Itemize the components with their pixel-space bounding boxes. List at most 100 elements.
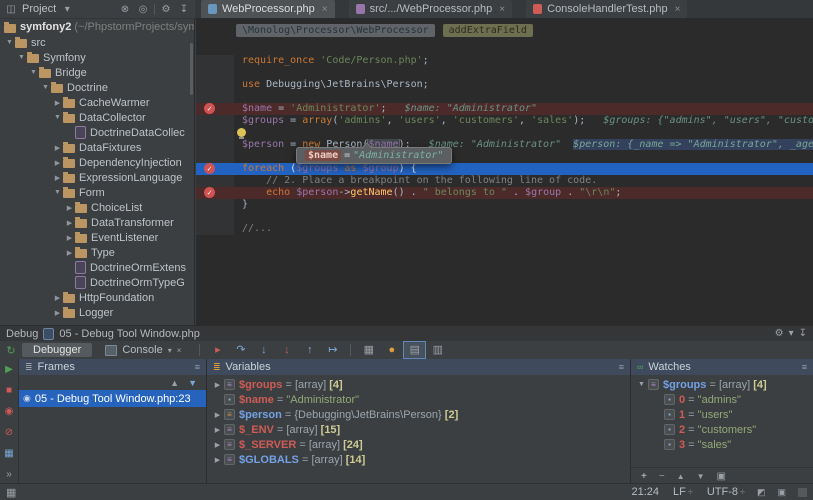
resume-icon[interactable]: ▶	[5, 364, 13, 375]
chevron-collapsed-icon[interactable]: ▶	[64, 249, 75, 257]
tree-item[interactable]: ▶ EventListener	[0, 230, 194, 245]
chevron-collapsed-icon[interactable]: ▶	[211, 411, 224, 419]
add-watch-icon[interactable]: +	[641, 471, 647, 482]
tree-item[interactable]: ▶ CacheWarmer	[0, 95, 194, 110]
project-panel-title[interactable]: Project	[22, 3, 56, 15]
restore-layout-icon[interactable]: ▦	[4, 448, 13, 459]
watch-row[interactable]: ▪ 1 = "users"	[631, 407, 813, 422]
hide-window-icon[interactable]: ↧	[799, 328, 807, 339]
chevron-expanded-icon[interactable]: ▼	[16, 54, 27, 61]
run-to-cursor-icon[interactable]: ↦	[322, 342, 343, 358]
tab-debugger[interactable]: Debugger	[22, 343, 93, 357]
chevron-expanded-icon[interactable]: ▼	[635, 381, 648, 388]
gutter[interactable]	[196, 151, 234, 163]
frame-item[interactable]: ◉ 05 - Debug Tool Window.php:23	[19, 390, 206, 407]
encoding-indicator[interactable]: UTF-8 ÷	[707, 486, 745, 498]
tree-item[interactable]: DoctrineOrmExtens	[0, 260, 194, 275]
tree-item[interactable]: ▼ Bridge	[0, 65, 194, 80]
variable-row[interactable]: ▶ ≡ $_SERVER = [array] [24]	[207, 437, 630, 452]
toolwindow-switcher-icon[interactable]: ▦	[6, 486, 16, 499]
tree-item[interactable]: ▼ src	[0, 35, 194, 50]
variable-row[interactable]: ▶ ≡ $GLOBALS = [array] [14]	[207, 452, 630, 467]
watch-row[interactable]: ▪ 2 = "customers"	[631, 422, 813, 437]
gutter[interactable]	[196, 115, 234, 127]
gutter[interactable]: ✓	[196, 163, 234, 175]
chevron-collapsed-icon[interactable]: ▶	[52, 309, 63, 317]
chevron-collapsed-icon[interactable]: ▶	[211, 456, 224, 464]
close-icon[interactable]: ×	[675, 4, 681, 15]
breadcrumb-method[interactable]: addExtraField	[442, 23, 533, 37]
step-out-icon[interactable]: ↑	[299, 342, 320, 358]
gutter[interactable]	[196, 55, 234, 67]
gutter[interactable]	[196, 139, 234, 151]
memory-indicator[interactable]	[798, 487, 807, 497]
chevron-collapsed-icon[interactable]: ▶	[52, 159, 63, 167]
chevron-collapsed-icon[interactable]: ▶	[211, 381, 224, 389]
chevron-expanded-icon[interactable]: ▼	[52, 114, 63, 121]
tree-item[interactable]: ▶ DependencyInjection	[0, 155, 194, 170]
tree-item[interactable]: ▶ HttpFoundation	[0, 290, 194, 305]
watch-row[interactable]: ▪ 3 = "sales"	[631, 437, 813, 452]
tree-item[interactable]: ▶ Type	[0, 245, 194, 260]
tree-item[interactable]: ▼ Symfony	[0, 50, 194, 65]
close-icon[interactable]: ×	[322, 4, 328, 15]
view-breakpoints-icon[interactable]: ◉	[5, 406, 14, 417]
breakpoint-icon[interactable]: ✓	[204, 163, 215, 174]
tree-item[interactable]: ▼ DataCollector	[0, 110, 194, 125]
variable-row[interactable]: ▪ $name = "Administrator"	[207, 392, 630, 407]
chevron-down-icon[interactable]: ▾	[60, 4, 74, 15]
next-frame-icon[interactable]: ▼	[188, 378, 197, 388]
step-into-icon[interactable]: ↓	[253, 342, 274, 358]
chevron-collapsed-icon[interactable]: ▶	[52, 144, 63, 152]
chevron-collapsed-icon[interactable]: ▶	[52, 174, 63, 182]
tree-item[interactable]: ▶ DataFixtures	[0, 140, 194, 155]
highlighting-level-icon[interactable]: ▣	[777, 487, 786, 498]
panel-menu-icon[interactable]: ≡	[195, 362, 200, 372]
collapse-all-icon[interactable]: ⊗	[118, 4, 132, 15]
mute-breakpoints-icon[interactable]: ⊘	[5, 427, 13, 438]
tab-console[interactable]: Console ▾ ×	[94, 343, 192, 357]
tree-item[interactable]: ▼ Doctrine	[0, 80, 194, 95]
chevron-down-icon[interactable]: ▾	[168, 346, 172, 355]
chevron-collapsed-icon[interactable]: ▶	[64, 234, 75, 242]
tree-item[interactable]: ▶ ExpressionLanguage	[0, 170, 194, 185]
code-area[interactable]: require_once 'Code/Person.php'; use Debug…	[196, 41, 813, 235]
layout-settings-icon[interactable]: ▥	[427, 342, 448, 358]
remove-watch-icon[interactable]: −	[659, 471, 665, 482]
gear-icon[interactable]: ⚙	[159, 4, 173, 15]
panel-menu-icon[interactable]: ≡	[619, 362, 624, 372]
chevron-collapsed-icon[interactable]: ▶	[64, 219, 75, 227]
chevron-expanded-icon[interactable]: ▼	[40, 84, 51, 91]
close-icon[interactable]: ×	[499, 4, 505, 15]
force-step-into-icon[interactable]: ↓	[276, 342, 297, 358]
lightbulb-icon[interactable]	[237, 128, 246, 139]
inline-values-toggle-icon[interactable]: ▤	[403, 341, 427, 359]
tree-item[interactable]: ▶ DataTransformer	[0, 215, 194, 230]
gutter[interactable]	[196, 91, 234, 103]
tree-item[interactable]: ▶ ChoiceList	[0, 200, 194, 215]
chevron-collapsed-icon[interactable]: ▶	[52, 99, 63, 107]
rerun-icon[interactable]: ↻	[2, 344, 20, 357]
chevron-collapsed-icon[interactable]: ▶	[211, 426, 224, 434]
gutter[interactable]	[196, 175, 234, 187]
step-over-icon[interactable]: ↷	[230, 342, 251, 358]
gutter[interactable]	[196, 223, 234, 235]
previous-frame-icon[interactable]: ▲	[170, 378, 179, 388]
close-icon[interactable]: ×	[177, 346, 182, 355]
gutter[interactable]	[196, 211, 234, 223]
project-root-item[interactable]: symfony2 (~/PhpstormProjects/symfo	[0, 19, 194, 35]
breadcrumb-class[interactable]: \Monolog\Processor\WebProcessor	[236, 23, 435, 37]
variable-row[interactable]: ▶ ≡ $groups = [array] [4]	[207, 377, 630, 392]
watch-row[interactable]: ▪ 0 = "admins"	[631, 392, 813, 407]
editor-tab[interactable]: WebProcessor.php ×	[201, 0, 335, 18]
gutter[interactable]: ✓	[196, 103, 234, 115]
watch-row[interactable]: ▼ ≡ $groups = [array] [4]	[631, 377, 813, 392]
chevron-down-icon[interactable]: ▾	[789, 328, 794, 339]
show-execution-point-icon[interactable]: ▸	[207, 342, 228, 358]
stop-icon[interactable]: ■	[6, 385, 12, 396]
more-icon[interactable]: »	[6, 469, 12, 480]
breakpoint-icon[interactable]: ✓	[204, 103, 215, 114]
tree-item[interactable]: DoctrineOrmTypeG	[0, 275, 194, 290]
panel-menu-icon[interactable]: ≡	[802, 362, 807, 372]
gutter[interactable]	[196, 79, 234, 91]
